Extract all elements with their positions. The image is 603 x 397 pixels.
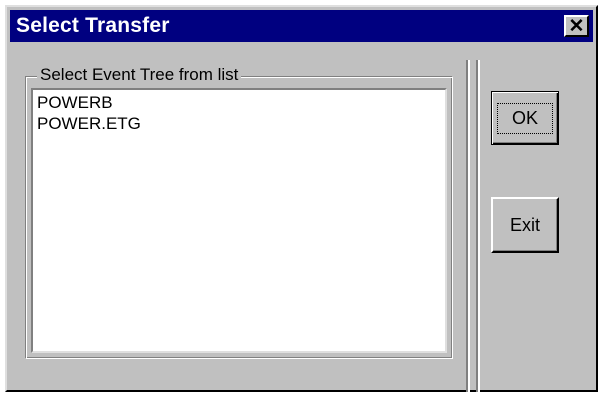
exit-button-label: Exit	[509, 214, 540, 235]
window-title: Select Transfer	[16, 14, 170, 37]
close-button[interactable]: ✕	[564, 15, 589, 37]
list-item[interactable]: POWERB	[37, 92, 441, 113]
groupbox-label: Select Event Tree from list	[37, 64, 242, 86]
ok-button[interactable]: OK	[491, 91, 559, 145]
exit-button[interactable]: Exit	[491, 197, 559, 253]
title-bar[interactable]: Select Transfer ✕	[10, 10, 593, 42]
list-item[interactable]: POWER.ETG	[37, 113, 441, 134]
vertical-separator	[466, 60, 480, 392]
event-tree-listbox[interactable]: POWERB POWER.ETG	[31, 88, 447, 353]
close-icon: ✕	[568, 15, 585, 37]
ok-button-label: OK	[496, 102, 553, 134]
